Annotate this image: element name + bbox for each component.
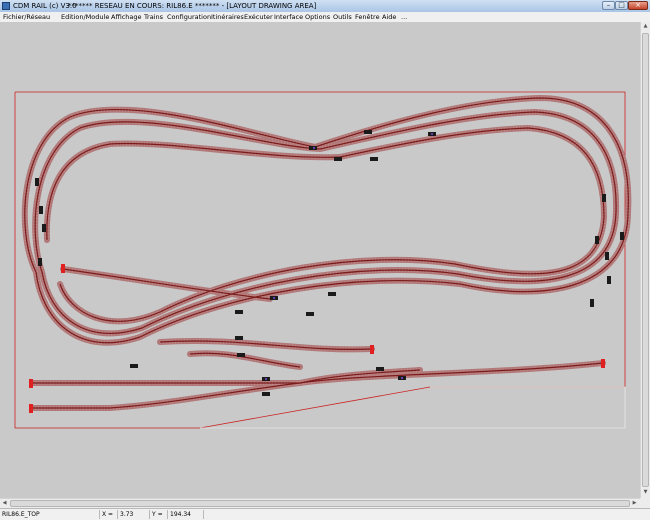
bumper-stop[interactable] [29, 379, 33, 388]
train-marker[interactable] [42, 224, 46, 232]
train-marker[interactable] [38, 258, 42, 266]
train-marker[interactable] [602, 194, 606, 202]
status-y-label: Y = [150, 510, 168, 519]
bumper-stop[interactable] [601, 359, 605, 368]
layout-drawing-area[interactable] [0, 22, 640, 498]
signal-light [401, 377, 403, 379]
train-marker[interactable] [334, 157, 342, 161]
menu-interface[interactable]: Interface [274, 13, 303, 21]
menu-executer[interactable]: Exécuter [244, 13, 273, 21]
status-y-value: 194.34 [168, 510, 204, 519]
bumper-stop[interactable] [29, 404, 33, 413]
train-marker[interactable] [605, 252, 609, 260]
train-marker[interactable] [328, 292, 336, 296]
scroll-corner [640, 498, 650, 508]
vertical-scrollbar[interactable]: ▲ ▼ [640, 22, 650, 498]
menu-fichier-reseau[interactable]: Fichier/Réseau [3, 13, 50, 21]
close-button[interactable]: × [628, 1, 648, 10]
minimize-button[interactable]: – [602, 1, 615, 10]
bumper-stop[interactable] [61, 264, 65, 273]
app-icon[interactable] [2, 2, 10, 10]
signal-light [313, 147, 315, 149]
status-file: RIL86.E_TOP [0, 510, 100, 519]
menu-configuration[interactable]: Configuration [167, 13, 211, 21]
menu-edition-module[interactable]: Edition/Module [61, 13, 109, 21]
train-marker[interactable] [376, 367, 384, 371]
train-marker[interactable] [607, 276, 611, 284]
status-x-label: X = [100, 510, 118, 519]
train-marker[interactable] [370, 157, 378, 161]
train-marker[interactable] [306, 312, 314, 316]
menu-fenetre[interactable]: Fenêtre [355, 13, 380, 21]
horizontal-scrollbar[interactable]: ◀ ▶ [0, 498, 640, 508]
menu-aide[interactable]: Aide [382, 13, 396, 21]
signal-light [265, 378, 267, 380]
train-marker[interactable] [237, 353, 245, 357]
vertical-scroll-thumb[interactable] [642, 33, 649, 487]
horizontal-scroll-thumb[interactable] [10, 500, 630, 507]
track-ballast [25, 98, 629, 408]
train-marker[interactable] [35, 178, 39, 186]
scroll-down-icon[interactable]: ▼ [641, 488, 650, 497]
menu-affichage[interactable]: Affichage [111, 13, 142, 21]
scroll-left-icon[interactable]: ◀ [0, 499, 9, 508]
signal-lights [265, 133, 433, 380]
maximize-button[interactable]: □ [615, 1, 628, 10]
document-title: ******* RESEAU EN COURS: RIL86.E *******… [68, 2, 317, 10]
menu-itineraires[interactable]: Itinéraires [211, 13, 244, 21]
train-marker[interactable] [590, 299, 594, 307]
bumper-stop[interactable] [370, 345, 374, 354]
signal-light [273, 297, 275, 299]
train-marker[interactable] [364, 130, 372, 134]
menu-more[interactable]: ... [401, 13, 407, 21]
menu-options[interactable]: Options [305, 13, 330, 21]
menu-outils[interactable]: Outils [333, 13, 352, 21]
train-marker[interactable] [235, 336, 243, 340]
train-marker[interactable] [235, 310, 243, 314]
train-marker[interactable] [595, 236, 599, 244]
train-marker[interactable] [620, 232, 624, 240]
train-marker[interactable] [39, 206, 43, 214]
status-bar: RIL86.E_TOP X = 3.73 Y = 194.34 [0, 508, 650, 520]
signal-light [431, 133, 433, 135]
menu-trains[interactable]: Trains [144, 13, 163, 21]
train-marker[interactable] [130, 364, 138, 368]
train-marker[interactable] [262, 392, 270, 396]
scroll-up-icon[interactable]: ▲ [641, 22, 650, 31]
status-x-value: 3.73 [118, 510, 150, 519]
scroll-right-icon[interactable]: ▶ [630, 499, 639, 508]
track-layout [14, 91, 640, 429]
status-extra [204, 510, 650, 519]
